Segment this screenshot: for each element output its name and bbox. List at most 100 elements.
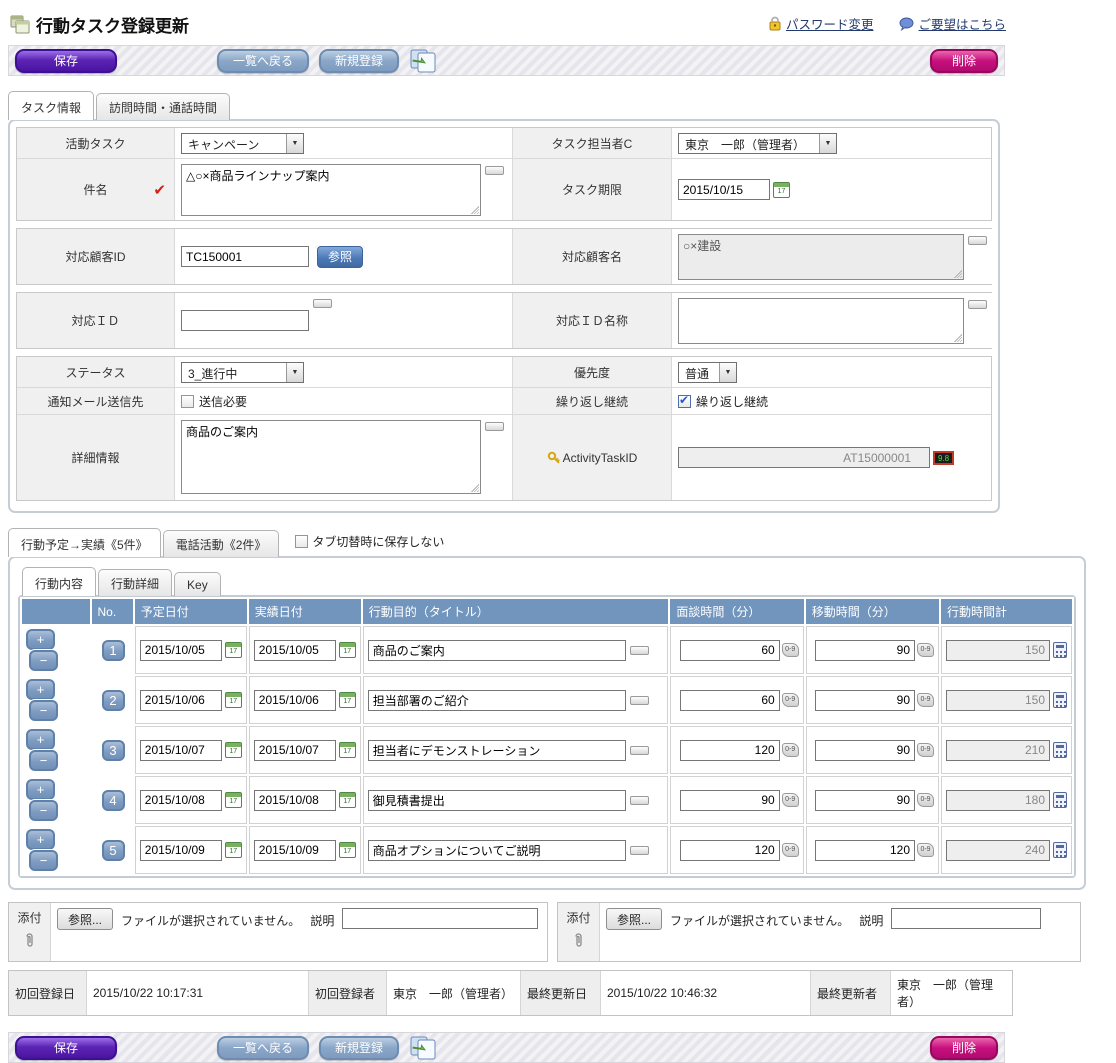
plan-date-input[interactable] — [140, 640, 222, 661]
meeting-minutes-input[interactable] — [680, 790, 780, 811]
travel-minutes-input[interactable] — [815, 640, 915, 661]
numeric-pad-icon[interactable] — [917, 793, 934, 807]
tab-key[interactable]: Key — [174, 572, 221, 596]
calendar-icon[interactable] — [339, 642, 356, 658]
remove-row-button[interactable]: − — [29, 800, 58, 821]
purpose-input[interactable] — [368, 640, 626, 661]
travel-minutes-input[interactable] — [815, 690, 915, 711]
request-link[interactable]: ご要望はこちら — [918, 14, 1006, 33]
calculator-icon[interactable] — [1053, 642, 1067, 658]
subject-textarea[interactable]: △○×商品ラインナップ案内 — [181, 164, 481, 216]
expand-icon[interactable] — [968, 300, 987, 309]
calendar-icon[interactable] — [339, 792, 356, 808]
browse-button[interactable]: 参照... — [57, 908, 113, 930]
actual-date-input[interactable] — [254, 840, 336, 861]
delete-button[interactable]: 削除 — [930, 49, 998, 73]
numeric-pad-icon[interactable] — [782, 793, 799, 807]
priority-select[interactable]: 普通 ▼ — [678, 362, 737, 383]
password-change-link[interactable]: パスワード変更 — [786, 14, 874, 33]
tab-action-content[interactable]: 行動内容 — [22, 567, 96, 596]
back-to-list-button[interactable]: 一覧へ戻る — [217, 1036, 309, 1060]
remove-row-button[interactable]: − — [29, 750, 58, 771]
numeric-pad-icon[interactable] — [782, 843, 799, 857]
actual-date-input[interactable] — [254, 740, 336, 761]
purpose-input[interactable] — [368, 790, 626, 811]
tab-phone-activity[interactable]: 電話活動《2件》 — [163, 530, 280, 557]
numeric-pad-icon[interactable] — [782, 643, 799, 657]
expand-icon[interactable] — [630, 796, 649, 805]
add-row-button[interactable]: + — [26, 679, 55, 700]
numeric-pad-icon[interactable] — [782, 743, 799, 757]
purpose-input[interactable] — [368, 740, 626, 761]
tab-activity-plan[interactable]: 行動予定→実績《5件》 — [8, 528, 161, 557]
taiou-id-input[interactable] — [181, 310, 309, 331]
actual-date-input[interactable] — [254, 690, 336, 711]
row-number-button[interactable]: 4 — [102, 790, 125, 811]
meeting-minutes-input[interactable] — [680, 640, 780, 661]
copy-icon[interactable] — [409, 48, 439, 74]
calendar-icon[interactable] — [339, 842, 356, 858]
expand-icon[interactable] — [313, 299, 332, 308]
add-row-button[interactable]: + — [26, 779, 55, 800]
meeting-minutes-input[interactable] — [680, 690, 780, 711]
meeting-minutes-input[interactable] — [680, 740, 780, 761]
activity-task-select[interactable]: キャンペーン ▼ — [181, 133, 304, 154]
actual-date-input[interactable] — [254, 790, 336, 811]
travel-minutes-input[interactable] — [815, 840, 915, 861]
actual-date-input[interactable] — [254, 640, 336, 661]
calendar-icon[interactable] — [225, 692, 242, 708]
row-number-button[interactable]: 5 — [102, 840, 125, 861]
browse-button[interactable]: 参照... — [606, 908, 662, 930]
tab-task-info[interactable]: タスク情報 — [8, 91, 94, 120]
row-number-button[interactable]: 3 — [102, 740, 125, 761]
assignee-select[interactable]: 東京 一郎（管理者） ▼ — [678, 133, 837, 154]
notify-mail-checkbox[interactable] — [181, 395, 194, 408]
row-number-button[interactable]: 1 — [102, 640, 125, 661]
tab-visit-call-time[interactable]: 訪問時間・通話時間 — [96, 93, 230, 120]
plan-date-input[interactable] — [140, 690, 222, 711]
purpose-input[interactable] — [368, 690, 626, 711]
description-input[interactable] — [342, 908, 538, 929]
customer-id-input[interactable] — [181, 246, 309, 267]
description-input[interactable] — [891, 908, 1041, 929]
add-row-button[interactable]: + — [26, 729, 55, 750]
expand-icon[interactable] — [630, 846, 649, 855]
add-row-button[interactable]: + — [26, 829, 55, 850]
expand-icon[interactable] — [485, 166, 504, 175]
reference-button[interactable]: 参照 — [317, 246, 363, 268]
calendar-icon[interactable] — [339, 692, 356, 708]
remove-row-button[interactable]: − — [29, 700, 58, 721]
travel-minutes-input[interactable] — [815, 790, 915, 811]
calendar-icon[interactable] — [225, 792, 242, 808]
taiou-id-name-textarea[interactable] — [678, 298, 964, 344]
calendar-icon[interactable] — [339, 742, 356, 758]
calendar-icon[interactable] — [225, 842, 242, 858]
calendar-icon[interactable] — [225, 642, 242, 658]
new-register-button[interactable]: 新規登録 — [319, 1036, 399, 1060]
tab-action-detail[interactable]: 行動詳細 — [98, 569, 172, 596]
expand-icon[interactable] — [968, 236, 987, 245]
calculator-icon[interactable] — [1053, 792, 1067, 808]
save-button[interactable]: 保存 — [15, 1036, 117, 1060]
numeric-pad-icon[interactable] — [917, 693, 934, 707]
numeric-pad-icon[interactable] — [917, 843, 934, 857]
numeric-pad-icon[interactable] — [917, 643, 934, 657]
numeric-pad-icon[interactable] — [917, 743, 934, 757]
calculator-icon[interactable] — [1053, 842, 1067, 858]
remove-row-button[interactable]: − — [29, 850, 58, 871]
delete-button[interactable]: 削除 — [930, 1036, 998, 1060]
calendar-icon[interactable] — [225, 742, 242, 758]
new-register-button[interactable]: 新規登録 — [319, 49, 399, 73]
copy-icon[interactable] — [409, 1035, 439, 1061]
purpose-input[interactable] — [368, 840, 626, 861]
deadline-input[interactable] — [678, 179, 770, 200]
row-number-button[interactable]: 2 — [102, 690, 125, 711]
plan-date-input[interactable] — [140, 840, 222, 861]
plan-date-input[interactable] — [140, 790, 222, 811]
expand-icon[interactable] — [630, 696, 649, 705]
no-save-on-tab-switch-checkbox[interactable] — [295, 535, 308, 548]
detail-textarea[interactable]: 商品のご案内 — [181, 420, 481, 494]
status-select[interactable]: 3_進行中 ▼ — [181, 362, 304, 383]
expand-icon[interactable] — [485, 422, 504, 431]
calendar-icon[interactable] — [773, 182, 790, 198]
